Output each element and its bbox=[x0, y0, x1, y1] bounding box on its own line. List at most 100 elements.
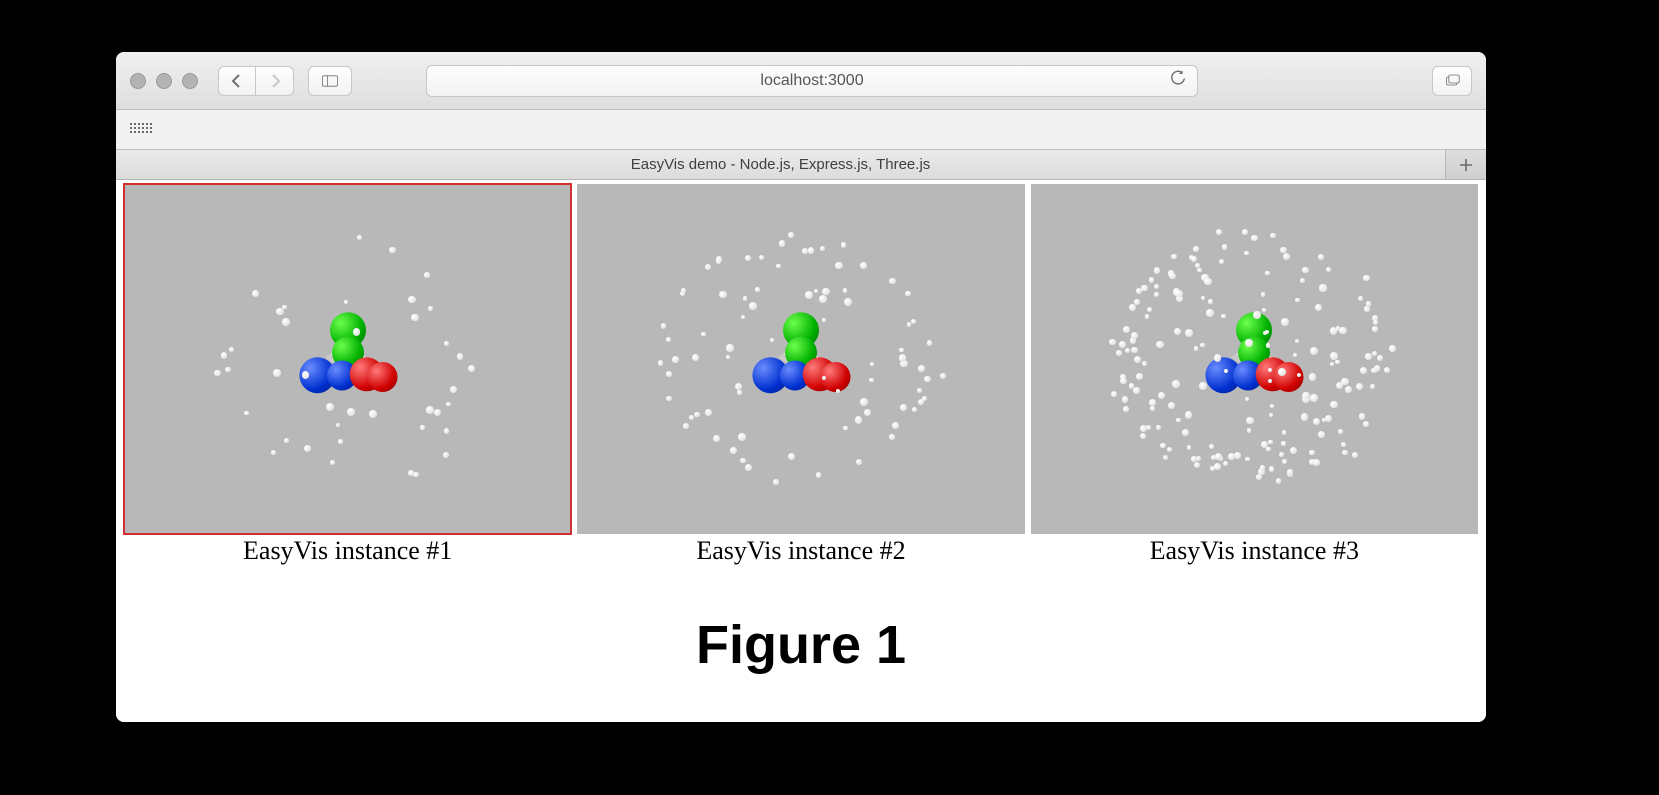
particle-dot-icon bbox=[1265, 271, 1270, 276]
particle-dot-icon bbox=[1158, 392, 1165, 399]
particle-dot-icon bbox=[1281, 318, 1289, 326]
particle-dot-icon bbox=[338, 439, 343, 444]
particle-dot-icon bbox=[1270, 404, 1274, 408]
instance-cell: EasyVis instance #2 bbox=[577, 184, 1024, 566]
particle-dot-icon bbox=[1335, 360, 1339, 364]
particle-dot-icon bbox=[1266, 447, 1271, 452]
particle-dot-icon bbox=[457, 353, 464, 360]
particle-dot-icon bbox=[1342, 450, 1348, 456]
particle-dot-icon bbox=[889, 278, 895, 284]
particle-dot-icon bbox=[1119, 341, 1126, 348]
particle-dot-icon bbox=[1282, 430, 1286, 434]
particle-dot-icon bbox=[855, 416, 863, 424]
particle-dot-icon bbox=[1377, 355, 1383, 361]
viz-canvas-2[interactable] bbox=[577, 184, 1024, 534]
particle-dot-icon bbox=[735, 383, 743, 391]
nav-buttons bbox=[218, 66, 294, 96]
favorites-bar bbox=[116, 110, 1486, 150]
show-all-tabs-button[interactable] bbox=[1432, 66, 1472, 96]
browser-tab[interactable]: EasyVis demo - Node.js, Express.js, Thre… bbox=[116, 150, 1446, 179]
particle-dot-icon bbox=[1384, 367, 1390, 373]
particle-dot-icon bbox=[719, 291, 726, 298]
particle-dot-icon bbox=[1146, 425, 1151, 430]
particle-dot-icon bbox=[743, 296, 747, 300]
particle-dot-icon bbox=[1262, 308, 1266, 312]
particle-dot-icon bbox=[1372, 351, 1377, 356]
particle-dot-icon bbox=[658, 360, 664, 366]
instance-caption: EasyVis instance #1 bbox=[243, 536, 452, 566]
particle-dot-icon bbox=[1268, 440, 1272, 444]
particle-dot-icon bbox=[1120, 378, 1127, 385]
particle-dot-icon bbox=[1214, 463, 1221, 470]
particle-dot-icon bbox=[326, 403, 334, 411]
particle-dot-icon bbox=[1222, 244, 1227, 249]
particle-dot-icon bbox=[1318, 254, 1324, 260]
particle-dot-icon bbox=[1234, 452, 1241, 459]
particle-dot-icon bbox=[1140, 425, 1147, 432]
particle-dot-icon bbox=[1330, 352, 1338, 360]
particle-dot-icon bbox=[705, 264, 711, 270]
particle-dot-icon bbox=[1309, 450, 1314, 455]
particle-dot-icon bbox=[870, 362, 874, 366]
address-bar[interactable]: localhost:3000 bbox=[426, 65, 1198, 97]
particle-dot-icon bbox=[244, 411, 249, 416]
sidebar-icon bbox=[322, 73, 338, 89]
particle-dot-icon bbox=[788, 232, 794, 238]
particle-dot-icon bbox=[1156, 425, 1161, 430]
particle-dot-icon bbox=[1245, 339, 1253, 347]
instances-row: EasyVis instance #1 EasyVis instance #2 bbox=[124, 184, 1478, 566]
particle-dot-icon bbox=[1182, 429, 1189, 436]
particle-dot-icon bbox=[1251, 235, 1257, 241]
particle-dot-icon bbox=[282, 305, 286, 309]
particle-dot-icon bbox=[1199, 382, 1207, 390]
particle-dot-icon bbox=[1125, 348, 1130, 353]
particle-dot-icon bbox=[446, 402, 451, 407]
particle-dot-icon bbox=[1318, 431, 1325, 438]
particle-dot-icon bbox=[1270, 233, 1275, 238]
new-tab-button[interactable] bbox=[1446, 150, 1486, 179]
particle-dot-icon bbox=[860, 398, 868, 406]
viz-canvas-3[interactable] bbox=[1031, 184, 1478, 534]
particle-dot-icon bbox=[1245, 457, 1250, 462]
back-button[interactable] bbox=[218, 66, 256, 96]
particle-dot-icon bbox=[1150, 406, 1155, 411]
sidebar-toggle-button[interactable] bbox=[308, 66, 352, 96]
particle-dot-icon bbox=[1282, 459, 1287, 464]
particle-dot-icon bbox=[1194, 346, 1198, 350]
particle-dot-icon bbox=[426, 406, 433, 413]
particle-dot-icon bbox=[1313, 459, 1320, 466]
particle-dot-icon bbox=[444, 341, 449, 346]
instance-cell: EasyVis instance #3 bbox=[1031, 184, 1478, 566]
forward-button[interactable] bbox=[256, 66, 294, 96]
particle-dot-icon bbox=[344, 300, 348, 304]
window-zoom-button[interactable] bbox=[182, 73, 198, 89]
particle-dot-icon bbox=[1187, 445, 1192, 450]
particle-dot-icon bbox=[1141, 285, 1147, 291]
particle-dot-icon bbox=[1228, 453, 1235, 460]
particle-dot-icon bbox=[672, 356, 679, 363]
particle-dot-icon bbox=[692, 354, 699, 361]
particle-dot-icon bbox=[860, 262, 867, 269]
plus-icon bbox=[1458, 157, 1474, 173]
particle-dot-icon bbox=[1283, 253, 1290, 260]
particle-dot-icon bbox=[1326, 267, 1331, 272]
particle-dot-icon bbox=[434, 409, 441, 416]
particle-dot-icon bbox=[927, 340, 932, 345]
window-close-button[interactable] bbox=[130, 73, 146, 89]
particle-dot-icon bbox=[738, 433, 745, 440]
reload-button[interactable] bbox=[1169, 69, 1187, 92]
particle-dot-icon bbox=[1134, 299, 1140, 305]
viz-canvas-1[interactable] bbox=[124, 184, 571, 534]
figure-heading: Figure 1 bbox=[124, 614, 1478, 676]
particle-dot-icon bbox=[420, 425, 425, 430]
particle-dot-icon bbox=[1175, 290, 1182, 297]
particle-dot-icon bbox=[1111, 391, 1117, 397]
particle-dot-icon bbox=[1363, 421, 1369, 427]
particle-dot-icon bbox=[749, 302, 757, 310]
particle-dot-icon bbox=[273, 369, 281, 377]
particle-dot-icon bbox=[776, 264, 781, 269]
particle-dot-icon bbox=[1366, 301, 1371, 306]
top-sites-icon[interactable] bbox=[130, 123, 150, 137]
window-minimize-button[interactable] bbox=[156, 73, 172, 89]
particle-dot-icon bbox=[822, 376, 826, 380]
